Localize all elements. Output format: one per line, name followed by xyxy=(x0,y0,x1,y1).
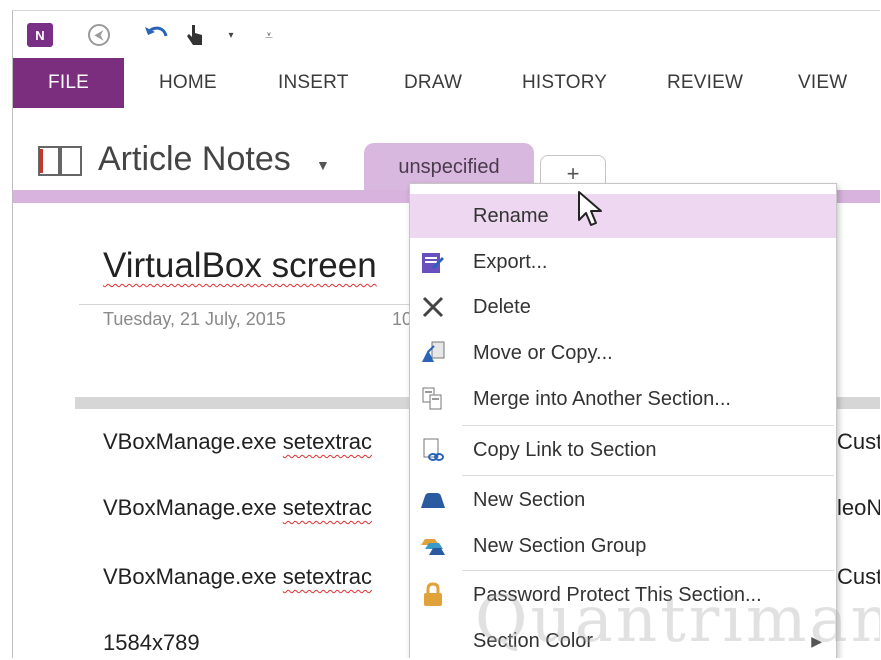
undo-icon xyxy=(145,26,168,37)
move-copy-icon xyxy=(418,339,448,367)
tab-home[interactable]: HOME xyxy=(159,58,217,108)
tab-insert[interactable]: INSERT xyxy=(278,58,349,108)
mouse-cursor-icon xyxy=(578,191,602,226)
page-date: Tuesday, 21 July, 2015 xyxy=(103,309,286,329)
menu-item-delete[interactable]: Delete xyxy=(410,285,836,329)
menu-item-label: Merge into Another Section... xyxy=(473,387,731,410)
table-row[interactable]: VBoxManage.exe setextrac xyxy=(103,564,372,590)
row-command: setextrac xyxy=(282,429,373,454)
ribbon-tabs: FILE HOME INSERT DRAW HISTORY REVIEW VIE… xyxy=(13,58,880,108)
menu-item-password-protect[interactable]: Password Protect This Section... xyxy=(410,573,836,617)
menu-item-label: Rename xyxy=(473,204,549,227)
row-text: 1584x789 xyxy=(103,630,200,655)
title-divider xyxy=(79,304,419,305)
page-title-text: VirtualBox screen xyxy=(103,246,377,285)
section-context-menu: Rename Export... Delete Move or Copy... … xyxy=(409,183,837,658)
page-title[interactable]: VirtualBox screen xyxy=(103,246,377,286)
row-text: VBoxManage.exe xyxy=(103,495,283,520)
menu-item-export[interactable]: Export... xyxy=(410,240,836,284)
menu-item-copy-link[interactable]: Copy Link to Section xyxy=(410,428,836,472)
menu-item-new-section-group[interactable]: New Section Group xyxy=(410,524,836,568)
menu-separator xyxy=(462,475,834,476)
menu-item-label: Password Protect This Section... xyxy=(473,583,762,606)
tab-review[interactable]: REVIEW xyxy=(667,58,743,108)
copy-link-icon xyxy=(418,436,448,464)
touch-mode-button[interactable] xyxy=(181,21,209,49)
menu-separator xyxy=(462,425,834,426)
menu-item-label: Export... xyxy=(473,250,548,273)
notebook-title[interactable]: Article Notes xyxy=(98,140,291,179)
tab-view[interactable]: VIEW xyxy=(798,58,847,108)
touch-hand-icon xyxy=(187,25,202,45)
back-arrow-icon: ⮜ xyxy=(88,24,110,46)
tab-file[interactable]: FILE xyxy=(13,58,124,108)
table-row[interactable]: VBoxManage.exe setextrac xyxy=(103,429,372,455)
tab-draw[interactable]: DRAW xyxy=(404,58,462,108)
table-cell-fragment: Cust xyxy=(837,429,880,454)
menu-item-label: Section Color xyxy=(473,629,594,652)
row-text: VBoxManage.exe xyxy=(103,564,283,589)
undo-button[interactable] xyxy=(143,21,171,49)
menu-item-section-color[interactable]: Section Color ▶ xyxy=(410,619,836,658)
menu-item-rename[interactable]: Rename xyxy=(410,194,836,238)
menu-item-label: Copy Link to Section xyxy=(473,438,657,461)
menu-item-new-section[interactable]: New Section xyxy=(410,478,836,522)
row-command: setextrac xyxy=(282,564,373,589)
new-section-icon xyxy=(418,486,448,514)
table-cell-fragment: Cust xyxy=(837,564,880,589)
submenu-arrow-icon: ▶ xyxy=(811,632,822,649)
table-row[interactable]: 1584x789 xyxy=(103,630,200,656)
row-command: setextrac xyxy=(282,495,373,520)
notebook-icon[interactable] xyxy=(37,145,85,177)
menu-item-label: Delete xyxy=(473,295,531,318)
menu-item-label: New Section Group xyxy=(473,534,647,557)
row-text: VBoxManage.exe xyxy=(103,429,283,454)
table-cell-fragment: leoN xyxy=(837,495,880,520)
notebook-dropdown-icon[interactable]: ▼ xyxy=(316,157,330,173)
quick-access-toolbar: N ⮜ ▾ ⩡ xyxy=(13,11,880,57)
menu-item-move-copy[interactable]: Move or Copy... xyxy=(410,331,836,375)
new-section-group-icon xyxy=(418,532,448,560)
delete-icon xyxy=(418,293,448,321)
menu-item-label: New Section xyxy=(473,488,586,511)
section-color-icon xyxy=(418,627,448,655)
merge-icon xyxy=(418,385,448,413)
onenote-app-icon: N xyxy=(27,23,53,47)
customize-toolbar-button[interactable]: ⩡ xyxy=(255,21,283,49)
onenote-window: N ⮜ ▾ ⩡ FILE HOME INSERT DRAW HISTORY RE… xyxy=(12,10,880,658)
rename-icon xyxy=(418,202,448,230)
table-row[interactable]: VBoxManage.exe setextrac xyxy=(103,495,372,521)
export-icon xyxy=(418,248,448,276)
touch-mode-dropdown[interactable]: ▾ xyxy=(217,21,245,49)
tab-history[interactable]: HISTORY xyxy=(522,58,607,108)
menu-item-label: Move or Copy... xyxy=(473,341,613,364)
menu-item-merge[interactable]: Merge into Another Section... xyxy=(410,377,836,421)
lock-icon xyxy=(418,581,448,609)
back-button[interactable]: ⮜ xyxy=(85,21,113,49)
menu-separator xyxy=(462,570,834,571)
